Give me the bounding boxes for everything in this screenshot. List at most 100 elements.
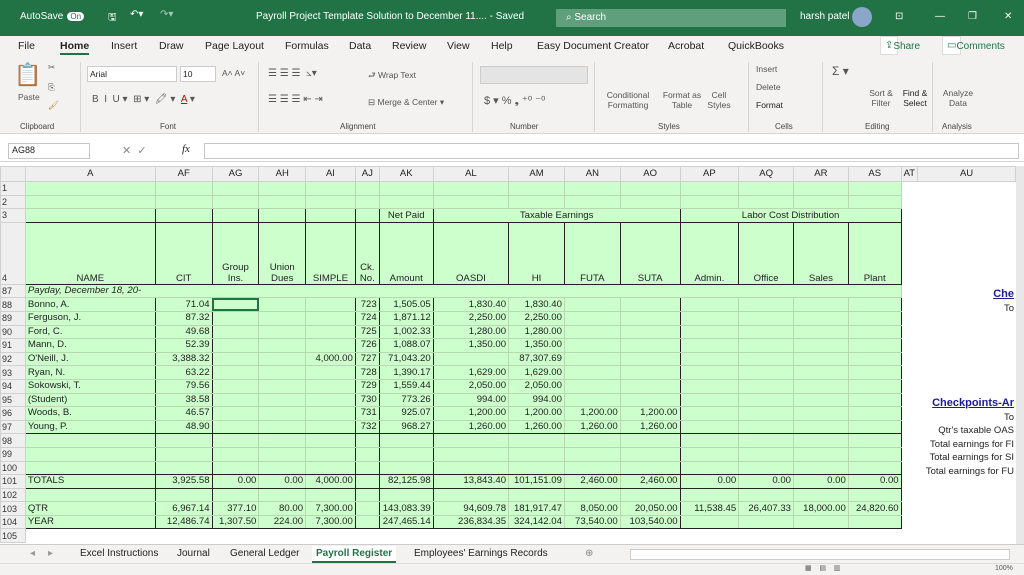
value-cell[interactable]: [258, 433, 307, 448]
value-cell[interactable]: 18,000.00: [793, 501, 849, 516]
employee-name-cell[interactable]: O'Neill, J.: [24, 351, 156, 367]
value-cell[interactable]: 4,000.00: [305, 474, 356, 489]
autosum-icon[interactable]: Σ ▾: [832, 64, 849, 78]
value-cell[interactable]: 729: [354, 378, 380, 394]
value-cell[interactable]: [154, 446, 213, 462]
value-cell[interactable]: 87.32: [154, 310, 213, 326]
format-painter-icon[interactable]: 🖌: [48, 100, 59, 111]
value-cell[interactable]: [793, 514, 849, 530]
select-all-corner[interactable]: [0, 166, 26, 182]
value-cell[interactable]: [679, 419, 740, 435]
value-cell[interactable]: 1,307.50: [211, 514, 260, 530]
value-cell[interactable]: 2,460.00: [619, 474, 681, 489]
value-cell[interactable]: [258, 460, 307, 476]
number-format-icons[interactable]: $ ▾ % ❟ ⁺⁰ ⁻⁰: [484, 94, 545, 108]
value-cell[interactable]: [619, 310, 681, 326]
row-header[interactable]: 96: [0, 406, 26, 421]
value-cell[interactable]: [679, 392, 740, 408]
employee-name-cell[interactable]: Mann, D.: [24, 338, 156, 353]
value-cell[interactable]: 0.00: [847, 474, 902, 489]
value-cell[interactable]: [354, 501, 380, 516]
value-cell[interactable]: 79.56: [154, 378, 213, 394]
align-icons[interactable]: ☰ ☰ ☰ ⇤ ⇥: [268, 94, 323, 105]
formula-input[interactable]: [204, 143, 1019, 159]
value-cell[interactable]: [738, 392, 794, 408]
value-cell[interactable]: [508, 460, 565, 476]
value-cell[interactable]: [619, 446, 681, 462]
cell[interactable]: [619, 181, 681, 196]
value-cell[interactable]: [305, 460, 356, 476]
cell[interactable]: [24, 181, 156, 196]
value-cell[interactable]: [847, 433, 902, 448]
value-cell[interactable]: 2,250.00: [432, 310, 510, 326]
value-cell[interactable]: 0.00: [679, 474, 740, 489]
cell[interactable]: [563, 181, 621, 196]
value-cell[interactable]: 0.00: [258, 474, 307, 489]
vertical-scrollbar[interactable]: [1016, 166, 1024, 544]
value-cell[interactable]: [258, 297, 307, 312]
value-cell[interactable]: [679, 324, 740, 340]
value-cell[interactable]: [847, 460, 902, 476]
value-cell[interactable]: [619, 365, 681, 380]
cell[interactable]: [211, 208, 260, 223]
cell[interactable]: [432, 181, 510, 196]
value-cell[interactable]: 80.00: [258, 501, 307, 516]
share-button[interactable]: ⇪ Share: [880, 36, 920, 55]
value-cell[interactable]: [679, 310, 740, 326]
employee-name-cell[interactable]: Ferguson, J.: [24, 310, 156, 326]
comments-button[interactable]: ▭ Comments: [942, 36, 1005, 55]
value-cell[interactable]: [305, 446, 356, 462]
value-cell[interactable]: [154, 433, 213, 448]
value-cell[interactable]: [679, 365, 740, 380]
column-header-ar[interactable]: AR: [793, 166, 849, 182]
restore-icon[interactable]: ❐: [968, 11, 977, 22]
value-cell[interactable]: 6,967.14: [154, 501, 213, 516]
value-cell[interactable]: 63.22: [154, 365, 213, 380]
paste-button[interactable]: Paste: [18, 92, 40, 102]
value-cell[interactable]: [793, 460, 849, 476]
value-cell[interactable]: 49.68: [154, 324, 213, 340]
row-header[interactable]: 89: [0, 310, 26, 326]
value-cell[interactable]: 3,388.32: [154, 351, 213, 367]
tab-insert[interactable]: Insert: [111, 40, 137, 52]
value-cell[interactable]: [738, 365, 794, 380]
save-icon[interactable]: 🖫: [108, 10, 117, 27]
value-cell[interactable]: 1,280.00: [432, 324, 510, 340]
value-cell[interactable]: [378, 487, 434, 503]
value-cell[interactable]: [679, 297, 740, 312]
value-cell[interactable]: 728: [354, 365, 380, 380]
employee-name-cell[interactable]: YEAR: [24, 514, 156, 530]
value-cell[interactable]: [508, 487, 565, 503]
value-cell[interactable]: [305, 324, 356, 340]
value-cell[interactable]: 24,820.60: [847, 501, 902, 516]
value-cell[interactable]: 324,142.04: [508, 514, 565, 530]
value-cell[interactable]: 1,260.00: [432, 419, 510, 435]
cell[interactable]: [305, 194, 356, 210]
row-header[interactable]: 92: [0, 351, 26, 367]
cell[interactable]: [679, 194, 740, 210]
value-cell[interactable]: [258, 446, 307, 462]
add-sheet-icon[interactable]: ⊕: [585, 548, 593, 559]
value-cell[interactable]: [793, 324, 849, 340]
value-cell[interactable]: 726: [354, 338, 380, 353]
value-cell[interactable]: [847, 310, 902, 326]
value-cell[interactable]: [793, 446, 849, 462]
name-box[interactable]: AG88: [8, 143, 90, 159]
row-header[interactable]: 98: [0, 433, 26, 448]
cell[interactable]: [258, 194, 307, 210]
cell[interactable]: [258, 208, 307, 223]
value-cell[interactable]: [847, 297, 902, 312]
value-cell[interactable]: 730: [354, 392, 380, 408]
value-cell[interactable]: [354, 460, 380, 476]
value-cell[interactable]: 994.00: [432, 392, 510, 408]
value-cell[interactable]: 7,300.00: [305, 514, 356, 530]
value-cell[interactable]: [258, 324, 307, 340]
align-top-icons[interactable]: ☰ ☰ ☰ ⦣▾: [268, 68, 317, 79]
cell[interactable]: [305, 208, 356, 223]
value-cell[interactable]: [305, 365, 356, 380]
cell[interactable]: [917, 194, 1016, 210]
column-header-aj[interactable]: AJ: [354, 166, 380, 182]
value-cell[interactable]: [738, 406, 794, 421]
sort-filter-button[interactable]: Sort & Filter: [862, 88, 900, 108]
value-cell[interactable]: [563, 392, 621, 408]
